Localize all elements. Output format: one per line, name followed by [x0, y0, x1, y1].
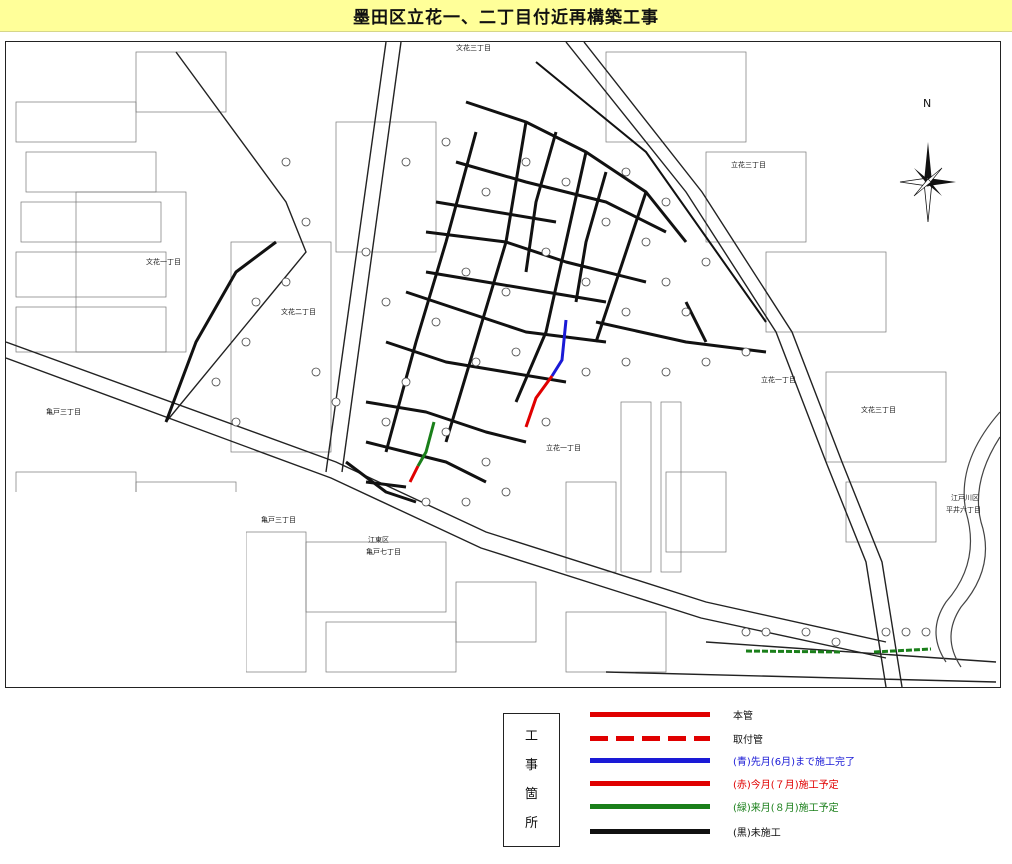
legend-char-1: 工 [524, 729, 538, 744]
area-label-koto-ward: 江東区 [368, 535, 389, 544]
area-label-tachibana-1: 立花一丁目 [546, 443, 581, 452]
area-label-hirai-6: 平井六丁目 [946, 505, 981, 514]
legend-item-black-pending: (黒)未施工 [590, 824, 850, 839]
legend-item-blue-done: (青)先月(6月)まで施工完了 [590, 753, 855, 768]
legend-item-service-pipe: 取付管 [590, 731, 850, 746]
legend-swatch-service-pipe [590, 736, 710, 741]
next-month-pipe-green-3 [873, 647, 932, 654]
legend-label-green-next-month: (緑)来月(８月)施工予定 [733, 803, 839, 814]
river [935, 411, 1000, 663]
area-label-bunka-1: 文花一丁目 [146, 257, 181, 266]
area-label-bunka-3-right: 文花三丁目 [861, 405, 896, 414]
construction-map: N 文花一丁目 文花二丁目 文花三丁目 立花一丁目 立花三丁目 亀戸三丁目 亀戸… [5, 41, 1001, 688]
blank-region [6, 492, 246, 687]
next-month-pipe-green-2 [745, 649, 842, 654]
legend-swatch-green-next-month [590, 804, 710, 809]
legend-label-blue-done: (青)先月(6月)まで施工完了 [733, 757, 855, 768]
legend-label-red-this-month: (赤)今月(７月)施工予定 [733, 780, 839, 791]
area-label-tachibana-3: 立花三丁目 [731, 160, 766, 169]
legend-label-service-pipe: 取付管 [733, 735, 763, 746]
legend-label-black-pending: (黒)未施工 [733, 828, 781, 839]
this-month-pipe-red-2 [408, 465, 420, 483]
page-title: 墨田区立花一、二丁目付近再構築工事 [353, 8, 659, 28]
legend-swatch-black-pending [590, 829, 710, 834]
legend-char-2: 事 [524, 758, 538, 773]
map-svg: N 文花一丁目 文花二丁目 文花三丁目 立花一丁目 立花三丁目 亀戸三丁目 亀戸… [6, 42, 1000, 687]
legend-char-4: 所 [524, 816, 538, 831]
legend-swatch-blue-done [590, 758, 710, 763]
legend-item-red-this-month: (赤)今月(７月)施工予定 [590, 776, 850, 791]
area-label-kameido-3-b: 亀戸三丁目 [261, 515, 296, 524]
area-label-bunka-2: 文花二丁目 [281, 307, 316, 316]
done-pipe-blue [550, 319, 568, 377]
legend-item-main-pipe: 本管 [590, 707, 850, 722]
legend-swatch-red-this-month [590, 781, 710, 786]
area-label-edogawa-ward: 江戸川区 [951, 494, 979, 502]
area-label-kameido-3-a: 亀戸三丁目 [46, 407, 81, 416]
north-label: N [923, 97, 931, 110]
area-label-tachibana-ichi-2: 立花一丁目 [761, 375, 796, 384]
area-label-bunka-3: 文花三丁目 [456, 43, 491, 52]
legend-swatch-main-pipe [590, 712, 710, 717]
area-label-kameido-7: 亀戸七丁目 [366, 547, 401, 556]
legend-char-3: 箇 [524, 787, 538, 802]
title-bar: 墨田区立花一、二丁目付近再構築工事 [0, 0, 1012, 32]
north-compass-icon [899, 142, 956, 223]
river-bank [950, 436, 1000, 668]
legend-item-green-next-month: (緑)来月(８月)施工予定 [590, 799, 850, 814]
legend-label-main-pipe: 本管 [733, 711, 753, 722]
legend-title-box: 工 事 箇 所 [503, 713, 560, 847]
